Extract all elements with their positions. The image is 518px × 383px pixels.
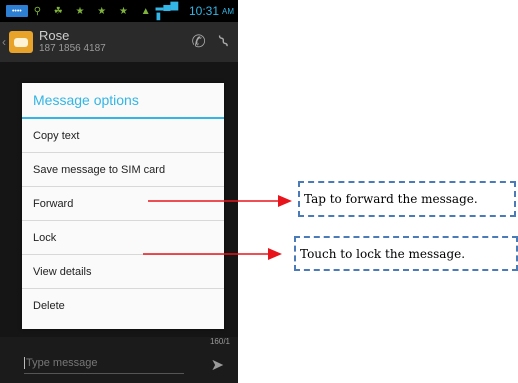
lock-arrow-head	[268, 248, 282, 260]
forward-arrow-head	[278, 195, 292, 207]
lock-callout-text: Touch to lock the message.	[300, 246, 466, 261]
lock-callout: Touch to lock the message.	[294, 236, 518, 271]
forward-callout-text: Tap to forward the message.	[304, 192, 478, 206]
forward-callout: Tap to forward the message.	[298, 181, 516, 217]
